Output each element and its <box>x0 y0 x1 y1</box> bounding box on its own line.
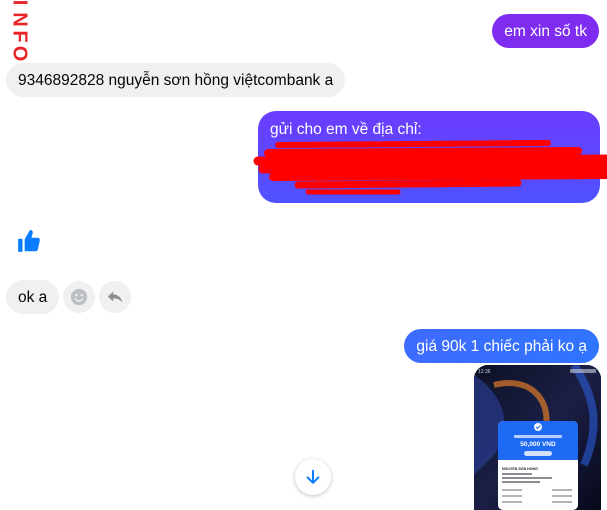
react-button[interactable] <box>63 281 95 313</box>
recipient-name: NGUYEN SON HONG <box>502 467 538 471</box>
thumbs-up-glyph <box>18 230 40 252</box>
message-text: gửi cho em về địa chỉ: <box>270 121 422 138</box>
logo-letter-f: F <box>8 30 31 43</box>
image-attachment[interactable]: 12:36 50,000 VND NGUYEN SON HONG <box>474 365 601 510</box>
message-text: em xin số tk <box>504 23 587 40</box>
message-bubble-outgoing[interactable]: giá 90k 1 chiếc phải ko ạ <box>404 329 599 363</box>
redaction-scribble <box>253 140 607 195</box>
transfer-amount: 50,000 VND <box>520 441 556 448</box>
message-text: ok a <box>18 289 48 306</box>
status-time: 12:36 <box>478 369 491 375</box>
banking-screenshot-image: 12:36 50,000 VND NGUYEN SON HONG <box>474 365 601 510</box>
message-bubble-outgoing[interactable]: em xin số tk <box>492 14 599 48</box>
smiley-icon <box>70 288 88 306</box>
sidebar-logo: I N F O <box>6 0 32 62</box>
scroll-to-bottom-button[interactable] <box>295 459 331 495</box>
message-text: giá 90k 1 chiếc phải ko ạ <box>416 338 587 355</box>
logo-letter-i: I <box>8 0 31 6</box>
logo-letter-o: O <box>8 45 31 62</box>
message-bubble-outgoing-address[interactable]: gửi cho em về địa chỉ: <box>253 111 607 203</box>
reply-button[interactable] <box>99 281 131 313</box>
reply-icon <box>107 291 123 303</box>
arrow-down-icon <box>306 469 320 484</box>
thumbs-up-icon[interactable] <box>16 228 42 254</box>
logo-letter-n: N <box>8 12 31 27</box>
message-bubble-incoming[interactable]: 9346892828 nguyễn sơn hồng việtcombank a <box>6 63 346 97</box>
message-bubble-incoming[interactable]: ok a <box>6 280 60 314</box>
message-text: 9346892828 nguyễn sơn hồng việtcombank a <box>18 72 334 89</box>
